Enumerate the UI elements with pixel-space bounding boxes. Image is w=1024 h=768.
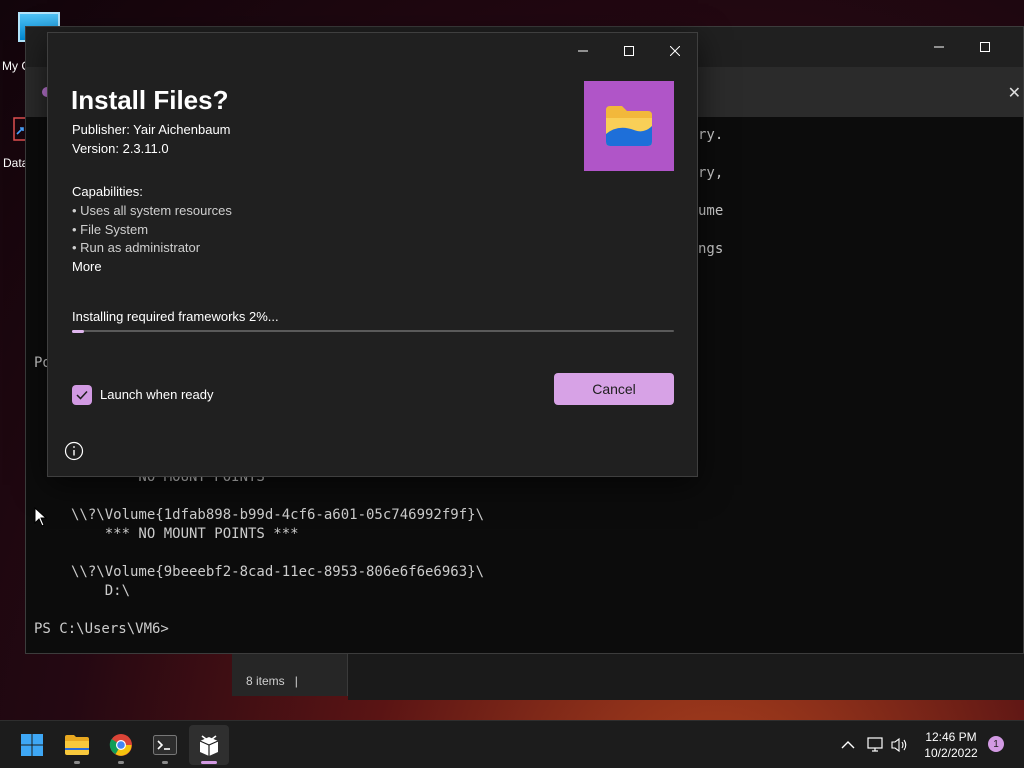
progress-fill bbox=[72, 329, 85, 333]
capability-item: • Uses all system resources bbox=[72, 203, 232, 218]
maximize-button[interactable] bbox=[962, 27, 1008, 67]
terminal-line-fragment: ry, bbox=[698, 165, 724, 181]
taskbar-chrome[interactable] bbox=[101, 725, 141, 765]
progress-bar bbox=[72, 329, 674, 333]
network-icon bbox=[867, 737, 883, 752]
dialog-close-button[interactable] bbox=[652, 35, 698, 67]
windows-start-icon bbox=[21, 734, 43, 756]
more-link[interactable]: More bbox=[72, 259, 102, 274]
terminal-output-line: \\?\Volume{9beeebf2-8cad-11ec-8953-806e6… bbox=[71, 564, 485, 580]
terminal-output-line: D:\ bbox=[71, 583, 131, 599]
taskbar: 12:46 PM 10/2/2022 bbox=[0, 720, 1024, 768]
chrome-icon bbox=[109, 734, 132, 756]
clock-date: 10/2/2022 bbox=[924, 746, 978, 760]
info-icon[interactable] bbox=[64, 441, 84, 461]
cancel-button[interactable]: Cancel bbox=[554, 373, 674, 405]
launch-when-ready-checkbox[interactable] bbox=[72, 385, 92, 405]
maximize-icon bbox=[980, 42, 990, 52]
folder-icon bbox=[606, 106, 652, 146]
terminal-line-fragment: ry. bbox=[698, 127, 724, 143]
close-icon bbox=[670, 46, 680, 56]
mouse-cursor-icon bbox=[34, 507, 48, 527]
active-indicator bbox=[201, 761, 217, 764]
item-count: 8 items | bbox=[246, 674, 298, 688]
system-clock[interactable]: 12:46 PM 10/2/2022 bbox=[916, 729, 986, 761]
volume-button[interactable] bbox=[888, 733, 912, 757]
terminal-output-line: \\?\Volume{1dfab898-b99d-4cf6-a601-05c74… bbox=[71, 507, 485, 523]
publisher-text: Publisher: Yair Aichenbaum bbox=[72, 122, 231, 137]
dialog-minimize-button[interactable] bbox=[560, 35, 606, 67]
notification-badge[interactable]: 1 bbox=[988, 736, 1004, 752]
show-hidden-icons-button[interactable] bbox=[836, 733, 860, 757]
terminal-line-fragment: ngs bbox=[698, 241, 724, 257]
explorer-status-bar: 8 items | bbox=[232, 652, 348, 696]
close-tab-icon[interactable]: ✕ bbox=[1008, 83, 1021, 103]
clock-time: 12:46 PM bbox=[925, 730, 977, 744]
taskbar-app-installer[interactable] bbox=[189, 725, 229, 765]
capabilities-heading: Capabilities: bbox=[72, 184, 143, 199]
taskbar-file-explorer[interactable] bbox=[57, 725, 97, 765]
volume-icon bbox=[891, 737, 907, 753]
maximize-icon bbox=[624, 46, 634, 56]
file-explorer-icon bbox=[65, 735, 89, 755]
minimize-icon bbox=[578, 50, 588, 52]
capability-item: • Run as administrator bbox=[72, 240, 201, 255]
installer-icon bbox=[199, 735, 219, 756]
version-text: Version: 2.3.11.0 bbox=[72, 141, 169, 156]
app-installer-dialog[interactable]: Install Files? Publisher: Yair Aichenbau… bbox=[47, 32, 698, 477]
capability-item: • File System bbox=[72, 222, 149, 237]
network-status-button[interactable] bbox=[864, 733, 888, 757]
chevron-up-icon bbox=[841, 741, 855, 749]
progress-label: Installing required frameworks 2%... bbox=[72, 309, 279, 324]
explorer-window-backdrop bbox=[348, 652, 1024, 700]
start-button[interactable] bbox=[12, 725, 52, 765]
running-indicator bbox=[162, 761, 168, 764]
terminal-prompt[interactable]: PS C:\Users\VM6> bbox=[34, 621, 169, 637]
dialog-maximize-button[interactable] bbox=[606, 35, 652, 67]
running-indicator bbox=[118, 761, 124, 764]
terminal-icon bbox=[153, 735, 177, 755]
minimize-button[interactable] bbox=[916, 27, 962, 67]
terminal-line-fragment: ume bbox=[698, 203, 724, 219]
taskbar-terminal[interactable] bbox=[145, 725, 185, 765]
terminal-output-line: *** NO MOUNT POINTS *** bbox=[71, 526, 299, 542]
launch-when-ready-label[interactable]: Launch when ready bbox=[100, 387, 213, 402]
app-tile bbox=[584, 81, 674, 171]
minimize-icon bbox=[934, 46, 944, 48]
running-indicator bbox=[74, 761, 80, 764]
checkmark-icon bbox=[76, 390, 88, 400]
dialog-title: Install Files? bbox=[71, 85, 229, 115]
